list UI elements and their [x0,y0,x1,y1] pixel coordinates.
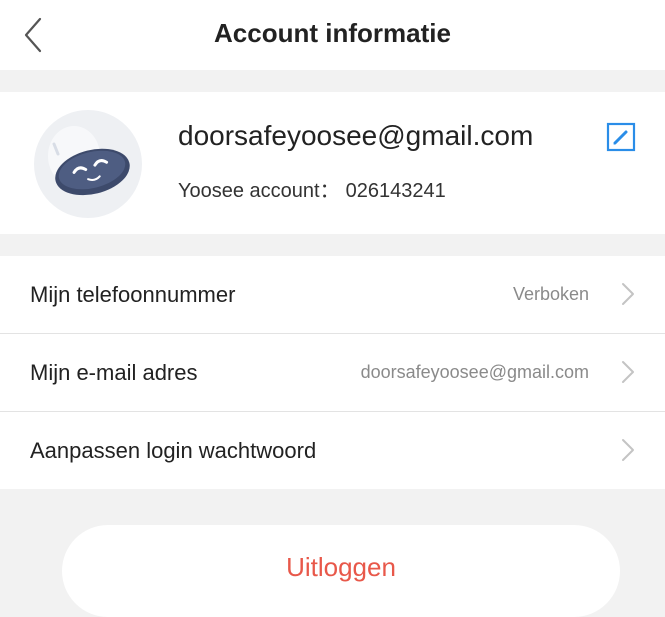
row-label: Aanpassen login wachtwoord [30,438,317,463]
account-email: doorsafeyoosee@gmail.com [178,120,534,151]
row-label: Mijn telefoonnummer [30,282,236,307]
back-button[interactable] [22,10,72,60]
chevron-right-icon [622,361,634,383]
edit-icon [606,122,636,152]
chevron-right-icon [622,439,634,461]
email-address-row[interactable]: Mijn e-mail adres doorsafeyoosee@gmail.c… [0,334,665,412]
settings-list: Mijn telefoonnummer Verboken Mijn e-mail… [0,256,665,489]
chevron-left-icon [24,17,42,53]
top-nav-bar: Account informatie [0,0,665,70]
profile-card: doorsafeyoosee@gmail.com Yoosee account：… [0,92,665,234]
account-id-line: Yoosee account： 026143241 [178,174,446,203]
logout-area: Uitloggen [0,489,665,617]
chevron-right-icon [622,283,634,305]
row-label: Mijn e-mail adres [30,360,198,385]
phone-number-row[interactable]: Mijn telefoonnummer Verboken [0,256,665,334]
edit-profile-button[interactable] [606,122,636,152]
avatar [34,110,142,218]
logout-button[interactable]: Uitloggen [62,525,620,617]
page-title: Account informatie [214,18,451,48]
row-value: doorsafeyoosee@gmail.com [360,362,589,382]
change-password-row[interactable]: Aanpassen login wachtwoord [0,412,665,489]
robot-avatar-icon [48,126,130,196]
row-value: Verboken [512,284,589,304]
account-id: 026143241 [345,180,446,202]
account-label: Yoosee account： [178,180,340,202]
